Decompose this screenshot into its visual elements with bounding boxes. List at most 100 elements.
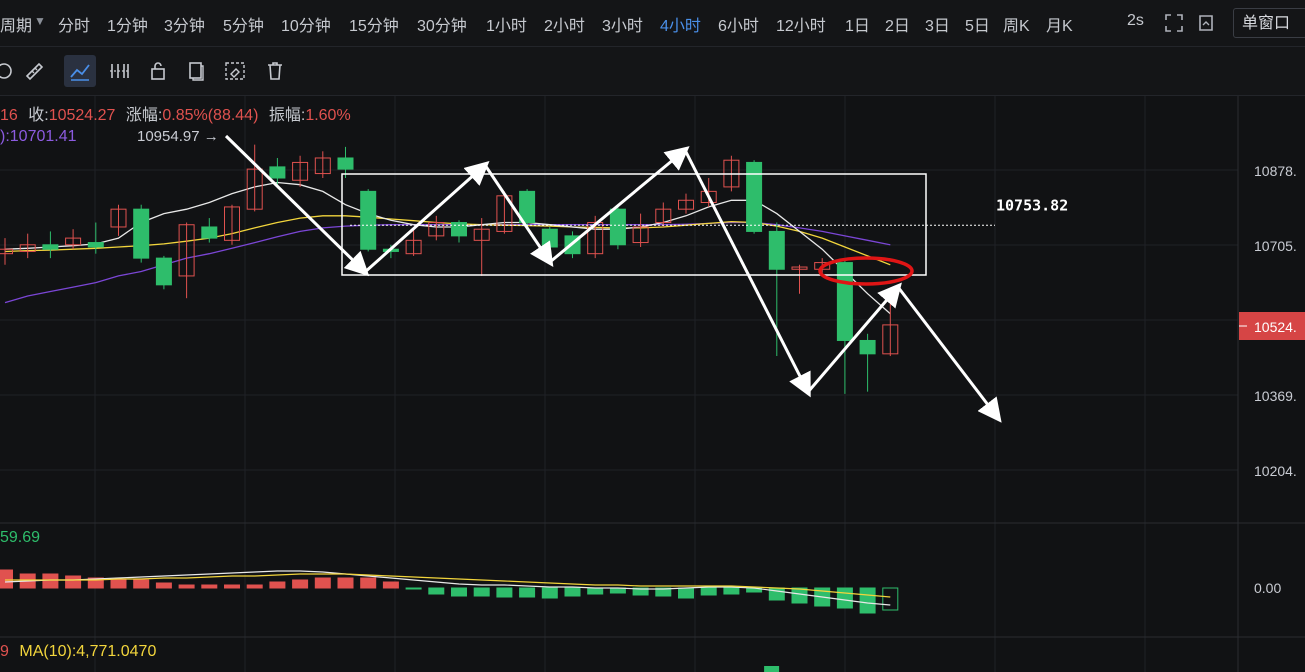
interval-tab-16[interactable]: 5日: [965, 12, 990, 36]
macd-bar-14: [314, 577, 331, 589]
macd-bar-31: [700, 587, 717, 596]
candle-body: [155, 257, 172, 286]
window-mode-select[interactable]: 单窗口: [1233, 8, 1305, 38]
window-mode-label: 单窗口: [1242, 15, 1291, 32]
candle-body: [269, 166, 286, 179]
interval-tab-7[interactable]: 1小时: [486, 12, 527, 36]
macd-bar-37: [836, 587, 853, 609]
interval-tab-0[interactable]: 分时: [58, 12, 90, 36]
bars-icon[interactable]: [104, 55, 136, 87]
interval-tab-12[interactable]: 12小时: [776, 12, 826, 36]
macd-bar-23: [519, 587, 536, 598]
volume-ma: MA(10):4,771.0470: [19, 643, 157, 660]
candle-16: [360, 189, 377, 252]
interval-tab-17[interactable]: 周K: [1003, 12, 1030, 36]
high-annotation: 10954.97 →: [137, 128, 219, 145]
macd-bar-12: [269, 581, 286, 589]
macd-bar-6: [133, 579, 150, 589]
macd-bar-15: [337, 577, 354, 589]
candle-7: [155, 255, 172, 290]
target-icon[interactable]: [0, 55, 20, 87]
interval-tab-15[interactable]: 3日: [925, 12, 950, 36]
grid-eraser-icon[interactable]: [219, 55, 251, 87]
ruler-icon[interactable]: [18, 55, 50, 87]
candle-body: [42, 244, 59, 250]
interval-tab-11[interactable]: 6小时: [718, 12, 759, 36]
interval-tab-10[interactable]: 4小时: [660, 12, 701, 36]
candle-body: [133, 208, 150, 259]
interval-tab-8[interactable]: 2小时: [544, 12, 585, 36]
candlestick-chart[interactable]: 10753.82 10954.97 → 10878. 10705. 10369. 102…: [0, 96, 1305, 672]
chevron-down-icon[interactable]: ▼: [34, 14, 46, 28]
macd-bar-5: [110, 579, 127, 589]
candle-body: [609, 208, 626, 246]
volume-info: 9 MA(10):4,771.0470: [0, 643, 156, 661]
candle-body: [768, 230, 785, 270]
macd-value: 59.69: [0, 529, 41, 546]
change-value: 0.85%(88.44): [162, 107, 259, 124]
lock-icon[interactable]: [142, 55, 174, 87]
macd-bar-19: [428, 587, 445, 595]
macd-bar-2: [42, 573, 59, 589]
interval-tab-18[interactable]: 月K: [1046, 12, 1073, 36]
close-label: 收:: [28, 107, 49, 124]
macd-bar-7: [155, 582, 172, 589]
macd-bar-26: [587, 587, 604, 595]
volume-bar: [764, 666, 780, 672]
macd-bar-0: [0, 569, 13, 589]
macd-bar-22: [496, 587, 513, 598]
interval-tab-14[interactable]: 2日: [885, 12, 910, 36]
macd-bar-10: [224, 584, 240, 589]
interval-tab-1[interactable]: 1分钟: [107, 12, 148, 36]
amplitude-label: 振幅:: [268, 107, 306, 124]
candle-body: [746, 161, 763, 232]
trash-icon[interactable]: [259, 55, 291, 87]
current-price-tag: 10524.: [1254, 319, 1297, 335]
macd-bar-17: [382, 581, 399, 589]
refresh-rate[interactable]: 2s: [1127, 12, 1144, 30]
trend-line-icon[interactable]: [64, 55, 96, 87]
y-tick-4: 10204.: [1254, 463, 1297, 479]
ohlc-info: 16 收:10524.27 涨幅:0.85%(88.44) 振幅:1.60%: [0, 101, 351, 125]
interval-tab-6[interactable]: 30分钟: [417, 12, 467, 36]
candle-body: [87, 242, 104, 248]
macd-bar-13: [292, 579, 309, 589]
macd-bar-3: [65, 575, 82, 589]
candle-body: [201, 226, 218, 239]
macd-bar-24: [541, 587, 558, 599]
fullscreen-icon[interactable]: [1158, 7, 1190, 39]
candle-27: [609, 206, 626, 250]
close-value: 10524.27: [48, 107, 116, 124]
candle-body: [541, 228, 558, 248]
volume-prefix: 9: [0, 643, 9, 660]
macd-bar-18: [405, 587, 422, 590]
macd-bar-11: [246, 584, 263, 589]
macd-bar-30: [678, 587, 694, 599]
macd-bar-25: [564, 587, 581, 597]
level-label: 10753.82: [996, 196, 1068, 214]
interval-tab-2[interactable]: 3分钟: [164, 12, 205, 36]
interval-tab-13[interactable]: 1日: [845, 12, 870, 36]
macd-bar-35: [791, 587, 808, 604]
interval-tab-4[interactable]: 10分钟: [281, 12, 331, 36]
macd-bar-38: [859, 587, 876, 614]
macd-bar-32: [723, 587, 740, 595]
copy-icon[interactable]: [180, 55, 212, 87]
y-tick-3: 10369.: [1254, 388, 1297, 404]
y-tick-5: 0.00: [1254, 580, 1281, 596]
interval-tab-9[interactable]: 3小时: [602, 12, 643, 36]
candle-body: [360, 190, 377, 250]
interval-tab-3[interactable]: 5分钟: [223, 12, 264, 36]
candle-body: [337, 157, 354, 170]
candle-body: [859, 339, 876, 355]
ma-value: ):10701.41: [0, 128, 77, 145]
macd-bar-21: [473, 587, 490, 597]
amplitude-value: 1.60%: [305, 107, 351, 124]
y-tick-0: 10878.: [1254, 163, 1297, 179]
interval-tab-5[interactable]: 15分钟: [349, 12, 399, 36]
drawing-toolbar: [0, 47, 1305, 96]
candle-6: [133, 204, 150, 263]
macd-bar-9: [201, 584, 218, 589]
macd-bar-16: [360, 577, 377, 589]
screenshot-icon[interactable]: [1190, 7, 1222, 39]
